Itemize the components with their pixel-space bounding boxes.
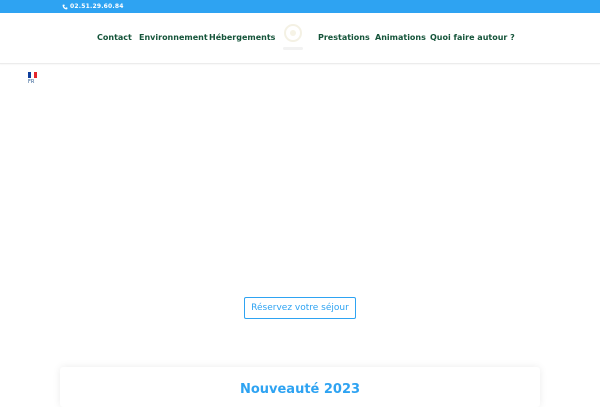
site-logo[interactable] xyxy=(276,19,310,57)
language-code: FR xyxy=(28,79,35,85)
phone-number: 02.51.29.60.84 xyxy=(70,3,124,10)
book-stay-button[interactable]: Réservez votre séjour xyxy=(244,297,356,319)
nav-animations[interactable]: Animations xyxy=(375,33,426,42)
nav-hebergements[interactable]: Hébergements xyxy=(209,33,275,42)
news-card-title: Nouveauté 2023 xyxy=(239,382,361,397)
nav-quoi-faire-autour[interactable]: Quoi faire autour ? xyxy=(430,33,515,42)
french-flag-icon xyxy=(28,72,37,78)
phone-icon xyxy=(62,4,68,9)
nav-prestations[interactable]: Prestations xyxy=(318,33,370,42)
site-header: Contact Environnement Hébergements Prest… xyxy=(0,13,600,64)
nav-environnement[interactable]: Environnement xyxy=(139,33,208,42)
top-bar: 02.51.29.60.84 xyxy=(0,0,600,13)
language-switcher[interactable]: FR xyxy=(28,72,38,86)
nav-contact[interactable]: Contact xyxy=(97,33,132,42)
news-card: Nouveauté 2023 xyxy=(60,367,540,407)
phone-link[interactable]: 02.51.29.60.84 xyxy=(62,2,124,11)
